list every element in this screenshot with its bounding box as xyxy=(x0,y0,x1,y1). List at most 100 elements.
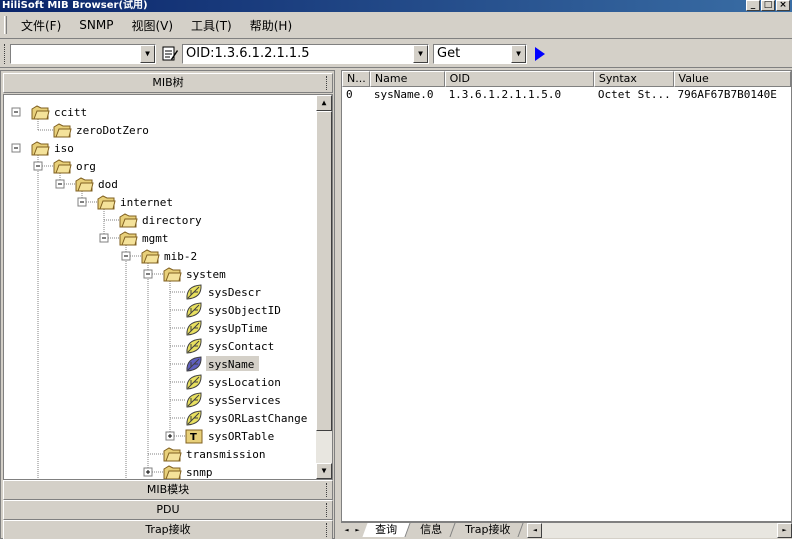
tree-node[interactable]: mib-2 xyxy=(121,249,197,264)
tree-node[interactable]: sysUpTime xyxy=(170,320,268,336)
scroll-up-icon[interactable]: ▲ xyxy=(316,95,332,111)
menu-snmp[interactable]: SNMP xyxy=(71,16,121,34)
collapse-icon[interactable] xyxy=(33,161,43,171)
result-list[interactable]: N... Name OID Syntax Value 0 sysName.0 1… xyxy=(341,70,792,522)
tree-node[interactable]: TsysORTable xyxy=(165,429,274,444)
tree-node[interactable]: org xyxy=(33,159,96,174)
mib-tree[interactable]: ccitt zeroDotZero iso org dod internet directo… xyxy=(3,94,333,480)
collapse-icon[interactable] xyxy=(99,233,109,243)
tree-node[interactable]: zeroDotZero xyxy=(38,123,149,138)
section-mib-module-label: MIB模块 xyxy=(146,483,190,496)
tree-node[interactable]: internet xyxy=(77,195,173,210)
tree-node[interactable]: transmission xyxy=(148,447,265,462)
close-button[interactable]: × xyxy=(776,0,790,11)
tree-node[interactable]: sysObjectID xyxy=(170,302,281,318)
tab-scroll-right-icon[interactable]: ► xyxy=(352,523,363,537)
tree-node-label: sysServices xyxy=(208,394,281,407)
folder-icon xyxy=(97,195,116,210)
left-panel: MIB树 ccitt zeroDotZero iso org dod internet di… xyxy=(0,70,335,539)
go-button[interactable] xyxy=(531,44,549,64)
tree-node[interactable]: sysLocation xyxy=(170,374,281,390)
tree-node-label: iso xyxy=(54,142,74,155)
scroll-thumb[interactable] xyxy=(316,111,332,431)
tree-node[interactable]: sysORLastChange xyxy=(170,410,307,426)
leaf-icon xyxy=(186,320,202,336)
menu-tools[interactable]: 工具(T) xyxy=(183,15,240,36)
tree-node-label: zeroDotZero xyxy=(76,124,149,137)
cell-syntax: Octet St... xyxy=(597,88,671,101)
tree-node[interactable]: ccitt xyxy=(11,105,87,120)
tree-node-label: sysName xyxy=(208,358,254,371)
section-trap-receive[interactable]: Trap接收 xyxy=(3,520,333,539)
folder-icon xyxy=(163,447,182,462)
grip-icon xyxy=(326,76,328,90)
table-row[interactable]: 0 sysName.0 1.3.6.1.2.1.1.5.0 Octet St..… xyxy=(342,87,791,102)
section-trap-receive-label: Trap接收 xyxy=(145,523,191,536)
edit-oid-icon[interactable] xyxy=(161,45,179,63)
menubar-grip-icon[interactable] xyxy=(4,16,7,34)
tree-node[interactable]: sysServices xyxy=(170,392,281,408)
tree-node[interactable]: mgmt xyxy=(99,231,169,246)
column-header-oid[interactable]: OID xyxy=(444,71,594,87)
tree-node[interactable]: sysName xyxy=(170,356,259,372)
chevron-down-icon[interactable]: ▼ xyxy=(511,44,526,63)
cell-oid: 1.3.6.1.2.1.1.5.0 xyxy=(448,88,562,101)
tree-node-label: sysDescr xyxy=(208,286,261,299)
operation-combo-value: Get xyxy=(437,46,461,61)
tree-node-label: sysObjectID xyxy=(208,304,281,317)
section-mib-tree[interactable]: MIB树 xyxy=(3,73,333,93)
column-header-syntax[interactable]: Syntax xyxy=(593,71,674,87)
tab-scroll-left-icon[interactable]: ◄ xyxy=(341,523,352,537)
tab-trap-receive-label: Trap接收 xyxy=(465,523,511,536)
collapse-icon[interactable] xyxy=(11,143,21,153)
tree-node[interactable]: dod xyxy=(55,177,118,192)
tab-trap-receive[interactable]: Trap接收 xyxy=(452,523,524,537)
tree-node[interactable]: system xyxy=(143,267,226,282)
maximize-button[interactable]: □ xyxy=(761,0,775,11)
column-header-name[interactable]: Name xyxy=(369,71,445,87)
agent-combo[interactable]: ▼ xyxy=(10,43,156,64)
scroll-down-icon[interactable]: ▼ xyxy=(316,463,332,479)
expand-icon[interactable] xyxy=(165,431,175,441)
title-bar: HiliSoft MIB Browser(试用) _ □ × xyxy=(0,0,792,12)
tree-node-label: directory xyxy=(142,214,202,227)
tree-node[interactable]: sysContact xyxy=(170,338,274,354)
oid-combo[interactable]: OID:1.3.6.1.2.1.1.5 ▼ xyxy=(182,43,429,64)
collapse-icon[interactable] xyxy=(77,197,87,207)
tab-query-label: 查询 xyxy=(375,523,398,536)
expand-icon[interactable] xyxy=(143,467,153,477)
chevron-down-icon[interactable]: ▼ xyxy=(413,44,428,63)
collapse-icon[interactable] xyxy=(55,179,65,189)
column-header-number[interactable]: N... xyxy=(342,71,370,87)
tab-info[interactable]: 信息 xyxy=(407,523,456,537)
mib-tree-svg: ccitt zeroDotZeroiso org dod internet directo… xyxy=(11,105,307,479)
leaf-icon xyxy=(186,284,202,300)
chevron-down-icon[interactable]: ▼ xyxy=(140,44,155,63)
tab-query[interactable]: 查询 xyxy=(362,523,411,537)
toolbar-grip-icon[interactable] xyxy=(4,43,7,64)
tree-node[interactable]: directory xyxy=(104,213,202,228)
scroll-left-icon[interactable]: ◄ xyxy=(527,523,543,538)
bottom-tab-bar: ◄ ► 查询 信息 Trap接收 ◄ ► xyxy=(341,522,792,539)
operation-combo[interactable]: Get ▼ xyxy=(433,43,527,64)
tree-node[interactable]: snmp xyxy=(143,465,213,479)
tree-node-label: mgmt xyxy=(142,232,169,245)
list-horizontal-scrollbar[interactable]: ◄ ► xyxy=(527,523,792,538)
tree-vertical-scrollbar[interactable]: ▲ ▼ xyxy=(316,95,332,479)
menu-file[interactable]: 文件(F) xyxy=(13,15,69,36)
section-pdu[interactable]: PDU xyxy=(3,500,333,520)
collapse-icon[interactable] xyxy=(11,107,21,117)
minimize-button[interactable]: _ xyxy=(746,0,760,11)
tree-node[interactable]: iso xyxy=(11,141,74,156)
menu-help[interactable]: 帮助(H) xyxy=(242,15,300,36)
section-mib-module[interactable]: MIB模块 xyxy=(3,480,333,500)
result-list-header: N... Name OID Syntax Value xyxy=(342,71,791,87)
column-header-value[interactable]: Value xyxy=(673,71,791,87)
menu-view[interactable]: 视图(V) xyxy=(123,15,181,36)
folder-icon xyxy=(31,141,50,156)
collapse-icon[interactable] xyxy=(121,251,131,261)
scroll-right-icon[interactable]: ► xyxy=(777,523,792,538)
collapse-icon[interactable] xyxy=(143,269,153,279)
tree-node[interactable]: sysDescr xyxy=(170,284,261,300)
grip-icon xyxy=(326,523,328,537)
